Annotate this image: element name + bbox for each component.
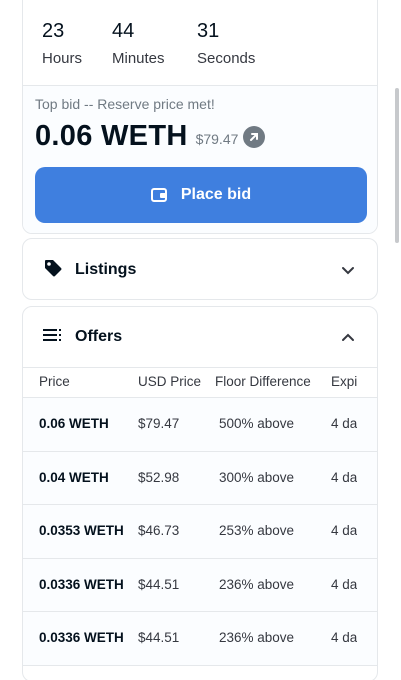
offers-table: Price USD Price Floor Difference Expi 0.…	[23, 368, 377, 666]
countdown-timer: 23 Hours 44 Minutes 31 Seconds	[23, 0, 377, 86]
timer-hours-label: Hours	[42, 50, 83, 67]
place-bid-button[interactable]: Place bid	[35, 167, 367, 223]
offer-row: 0.0353 WETH $46.73 253% above 4 da	[23, 505, 377, 559]
offer-expiration: 4 da	[331, 630, 357, 645]
listings-header[interactable]: Listings	[23, 239, 377, 299]
offer-row: 0.04 WETH $52.98 300% above 4 da	[23, 451, 377, 505]
offer-expiration: 4 da	[331, 576, 357, 592]
column-header-floor-difference: Floor Difference	[215, 374, 311, 389]
offer-floor-difference: 500% above	[219, 416, 295, 431]
tag-icon	[43, 258, 63, 283]
place-bid-label: Place bid	[180, 186, 252, 203]
offer-floor-difference: 236% above	[219, 630, 295, 645]
offer-row: 0.0336 WETH $44.51 236% above 4 da	[23, 558, 377, 612]
offers-table-header: Price USD Price Floor Difference Expi	[23, 368, 377, 398]
offer-price: 0.0353 WETH	[39, 523, 124, 538]
timer-minutes-label: Minutes	[112, 50, 165, 67]
offer-usd-price: $44.51	[138, 576, 180, 592]
offer-price: 0.0336 WETH	[39, 630, 124, 645]
auction-card: 23 Hours 44 Minutes 31 Seconds Top bid -…	[22, 0, 378, 234]
offer-price: 0.0336 WETH	[39, 576, 124, 592]
offer-expiration: 4 da	[331, 469, 357, 485]
listings-title: Listings	[75, 261, 137, 278]
offers-header[interactable]: Offers	[23, 307, 377, 368]
offer-row: 0.0336 WETH $44.51 236% above 4 da	[23, 612, 377, 666]
timer-seconds-value: 31	[197, 20, 220, 42]
offer-floor-difference: 300% above	[219, 469, 295, 485]
bid-usd-price: $79.47	[195, 131, 239, 147]
offer-usd-price: $52.98	[138, 469, 180, 485]
timer-hours-value: 23	[42, 20, 65, 42]
price-row: 0.06 WETH $79.47	[35, 116, 266, 156]
list-icon	[43, 328, 63, 347]
wallet-icon	[150, 188, 167, 202]
top-bid-section: Top bid -- Reserve price met! 0.06 WETH …	[23, 86, 377, 233]
offer-usd-price: $46.73	[138, 523, 180, 538]
offer-usd-price: $79.47	[138, 416, 180, 431]
offer-expiration: 4 da	[331, 416, 357, 431]
listings-card[interactable]: Listings	[22, 238, 378, 300]
timer-seconds-label: Seconds	[197, 50, 256, 67]
offer-price: 0.06 WETH	[39, 416, 109, 431]
timer-minutes-value: 44	[112, 20, 135, 42]
offer-floor-difference: 253% above	[219, 523, 295, 538]
timer-seconds: 31 Seconds	[197, 19, 255, 69]
bid-price: 0.06 WETH	[35, 119, 188, 152]
chevron-down-icon[interactable]	[341, 263, 355, 281]
offer-usd-price: $44.51	[138, 630, 180, 645]
timer-minutes: 44 Minutes	[112, 19, 165, 69]
offers-title: Offers	[75, 328, 123, 345]
chevron-up-icon[interactable]	[341, 329, 355, 347]
external-link-icon[interactable]	[243, 126, 266, 148]
timer-hours: 23 Hours	[42, 19, 82, 69]
page-scrollbar[interactable]	[395, 88, 399, 243]
offers-card: Offers Price USD Price Floor Difference …	[22, 306, 378, 680]
offer-floor-difference: 236% above	[219, 576, 295, 592]
column-header-usd-price: USD Price	[138, 374, 202, 389]
offer-row: 0.06 WETH $79.47 500% above 4 da	[23, 398, 377, 452]
column-header-price: Price	[39, 374, 70, 389]
offer-price: 0.04 WETH	[39, 469, 109, 485]
offer-expiration: 4 da	[331, 523, 357, 538]
column-header-expiration: Expi	[331, 374, 357, 389]
bid-status-text: Top bid -- Reserve price met!	[35, 96, 215, 112]
